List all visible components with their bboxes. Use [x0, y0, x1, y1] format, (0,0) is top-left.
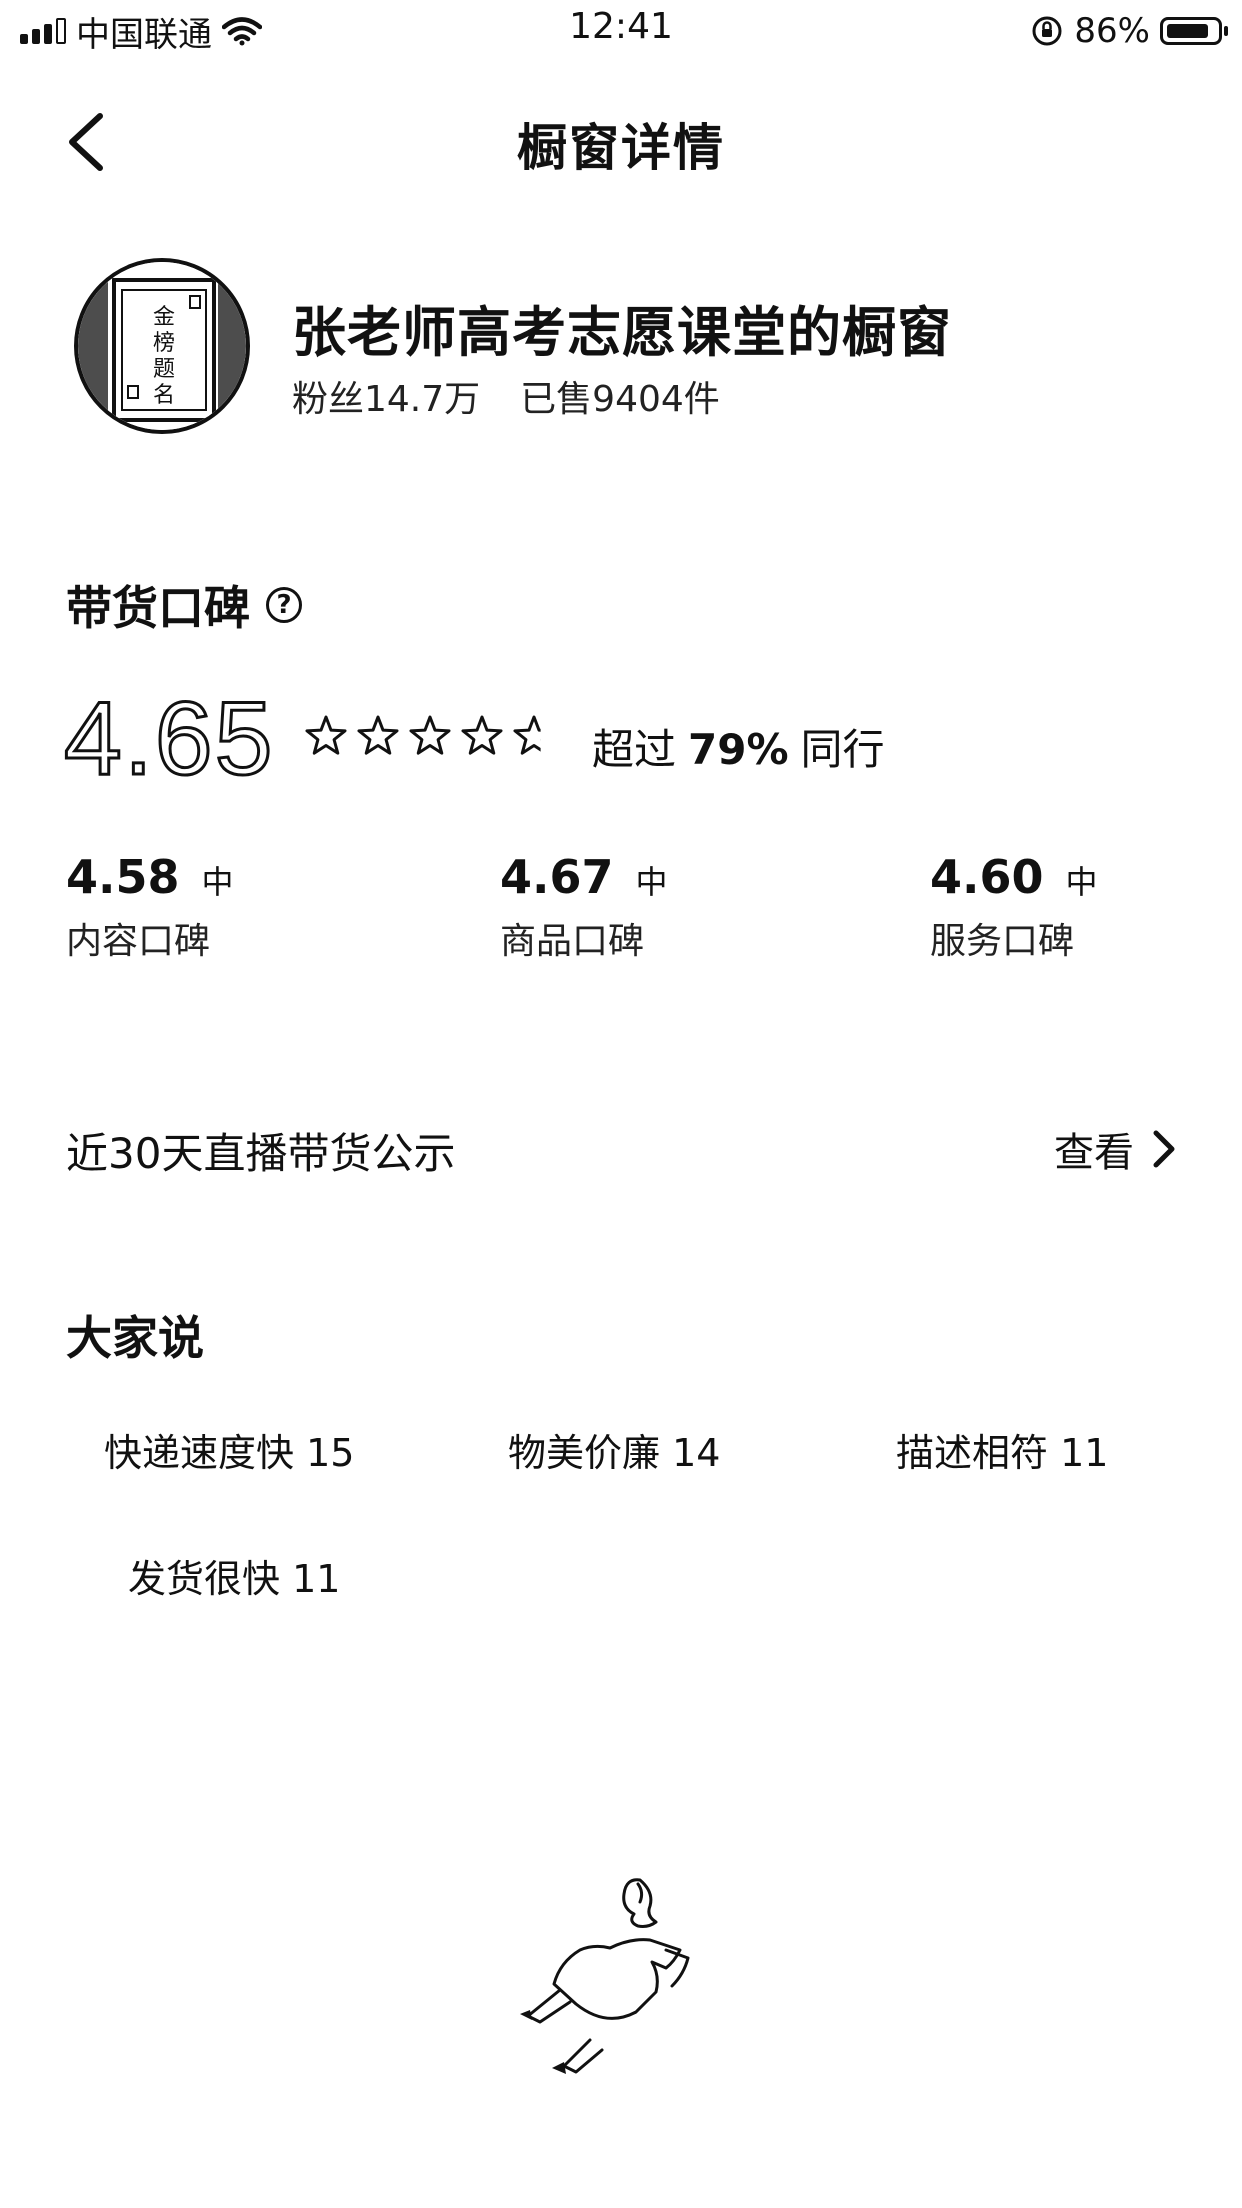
- sold-count: 已售9404件: [520, 379, 720, 420]
- star-icon: [461, 715, 503, 755]
- sub-score-service: 4.60 中 服务口碑: [930, 850, 1098, 964]
- view-link[interactable]: 查看: [1054, 1120, 1176, 1178]
- star-icon: [305, 715, 347, 755]
- avatar-image: 金 榜 题 名: [78, 262, 246, 430]
- shop-stats: 粉丝14.7万 已售9404件: [292, 370, 720, 422]
- service-score: 4.60: [930, 850, 1044, 904]
- overall-score: 4.65: [62, 680, 275, 799]
- view-link-label: 查看: [1054, 1130, 1134, 1176]
- review-tag[interactable]: 物美价廉 14: [508, 1422, 720, 1477]
- chevron-right-icon: [1153, 1130, 1175, 1168]
- star-icon: [513, 715, 541, 755]
- review-tag[interactable]: 发货很快 11: [128, 1548, 340, 1603]
- star-icon: [357, 715, 399, 755]
- reputation-header: 带货口碑 ?: [66, 572, 302, 638]
- product-level: 中: [635, 863, 668, 901]
- content-score: 4.58: [66, 850, 180, 904]
- review-tag[interactable]: 描述相符 11: [896, 1422, 1108, 1477]
- content-level: 中: [201, 863, 234, 901]
- exceed-suffix: 同行: [800, 725, 885, 774]
- battery-percent: 86%: [1074, 11, 1150, 51]
- battery-icon: [1160, 17, 1228, 45]
- svg-text:榜: 榜: [153, 331, 175, 356]
- empty-state-illustration: [520, 1878, 690, 2074]
- battery-fill: [1167, 24, 1209, 38]
- exceed-text: 超过 79% 同行: [592, 716, 885, 777]
- service-level: 中: [1065, 863, 1098, 901]
- fans-count: 粉丝14.7万: [292, 379, 481, 420]
- question-circle-icon[interactable]: ?: [266, 587, 302, 623]
- reputation-title: 带货口碑: [66, 581, 250, 635]
- sub-score-content: 4.58 中 内容口碑: [66, 850, 234, 964]
- product-score: 4.67: [500, 850, 614, 904]
- product-label: 商品口碑: [500, 921, 645, 962]
- review-tag[interactable]: 快递速度快 15: [104, 1422, 354, 1477]
- reviews-title: 大家说: [66, 1311, 204, 1365]
- rating-stars: [305, 715, 541, 755]
- shop-name: 张老师高考志愿课堂的橱窗: [292, 301, 952, 364]
- exceed-percent: 79%: [688, 725, 789, 774]
- svg-text:题: 题: [153, 357, 175, 382]
- service-label: 服务口碑: [930, 921, 1075, 962]
- avatar[interactable]: 金 榜 题 名: [74, 258, 250, 434]
- status-right: 86%: [1030, 8, 1228, 54]
- svg-text:金: 金: [153, 305, 175, 330]
- live-disclosure-label: 近30天直播带货公示: [66, 1129, 456, 1178]
- star-icon: [409, 715, 451, 755]
- svg-text:名: 名: [153, 383, 175, 408]
- content-label: 内容口碑: [66, 921, 211, 962]
- exceed-prefix: 超过: [592, 725, 677, 774]
- sub-score-product: 4.67 中 商品口碑: [500, 850, 668, 964]
- status-bar: 中国联通 12:41 86%: [0, 0, 1242, 64]
- page-title: 橱窗详情: [517, 119, 725, 177]
- rotation-lock-icon: [1032, 16, 1062, 46]
